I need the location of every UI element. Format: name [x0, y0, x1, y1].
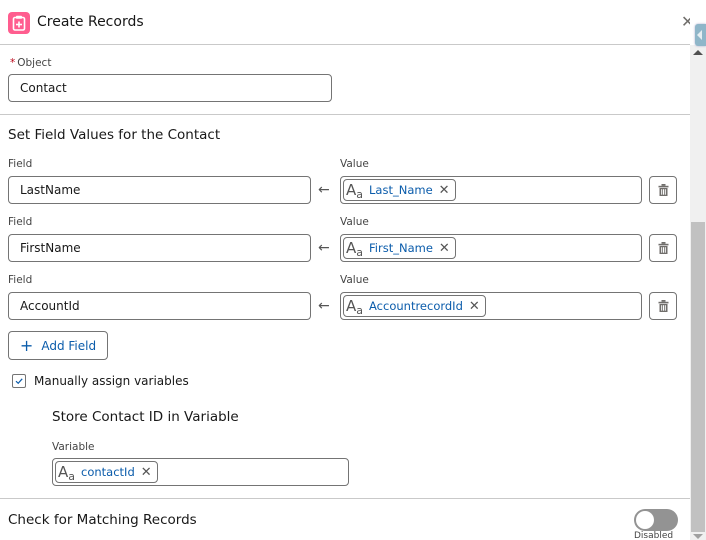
variable-label: Variable	[52, 441, 95, 453]
text-resource-icon: Aa	[346, 180, 364, 201]
manual-assign-label: Manually assign variables	[34, 374, 189, 388]
collapse-panel-tab[interactable]	[695, 24, 706, 46]
scroll-up-arrow-icon[interactable]	[693, 50, 703, 55]
pill-value: AccountrecordId	[369, 299, 463, 313]
text-resource-icon: Aa	[346, 296, 364, 317]
toggle-status-label: Disabled	[634, 531, 674, 540]
trash-icon	[658, 300, 668, 312]
close-icon[interactable]: ✕	[681, 14, 690, 30]
value-pill: Aa AccountrecordId ✕	[343, 295, 486, 317]
remove-pill-icon[interactable]: ✕	[439, 184, 450, 197]
section-divider	[0, 114, 690, 115]
trash-icon	[658, 184, 668, 196]
chevron-left-icon	[697, 30, 702, 40]
create-records-panel: Create Records ✕ * Object Contact Set Fie…	[0, 0, 690, 540]
remove-pill-icon[interactable]: ✕	[469, 300, 480, 313]
scroll-down-arrow-icon[interactable]	[693, 534, 703, 539]
panel-title: Create Records	[37, 14, 144, 30]
value-pill: Aa First_Name ✕	[343, 237, 456, 259]
manual-assign-checkbox[interactable]	[12, 374, 26, 388]
pill-value: contactId	[81, 465, 135, 479]
delete-row-button[interactable]	[649, 292, 677, 320]
add-field-button[interactable]: + Add Field	[8, 331, 108, 360]
delete-row-button[interactable]	[649, 234, 677, 262]
store-id-title: Store Contact ID in Variable	[52, 409, 239, 425]
value-pill: Aa Last_Name ✕	[343, 179, 456, 201]
value-input-firstname[interactable]: Aa First_Name ✕	[340, 234, 642, 262]
add-field-label: Add Field	[41, 338, 97, 353]
matching-title: Check for Matching Records	[8, 512, 197, 528]
remove-pill-icon[interactable]: ✕	[141, 466, 152, 479]
object-label: * Object	[10, 57, 51, 69]
field-values-title: Set Field Values for the Contact	[8, 127, 221, 143]
value-input-accountid[interactable]: Aa AccountrecordId ✕	[340, 292, 642, 320]
pill-value: First_Name	[369, 241, 433, 255]
text-resource-icon: Aa	[58, 462, 76, 483]
object-label-text: Object	[17, 57, 52, 69]
value-input-lastname[interactable]: Aa Last_Name ✕	[340, 176, 642, 204]
scrollbar-thumb[interactable]	[691, 222, 705, 532]
panel-header: Create Records	[0, 0, 690, 45]
remove-pill-icon[interactable]: ✕	[439, 242, 450, 255]
field-input-accountid[interactable]: AccountId	[8, 292, 311, 320]
record-create-icon	[8, 12, 30, 34]
assign-arrow-icon: ←	[318, 182, 330, 198]
field-label: Field	[8, 216, 33, 228]
field-input-lastname[interactable]: LastName	[8, 176, 311, 204]
pill-value: Last_Name	[369, 183, 433, 197]
value-label: Value	[340, 274, 369, 286]
variable-input[interactable]: Aa contactId ✕	[52, 458, 349, 486]
delete-row-button[interactable]	[649, 176, 677, 204]
value-label: Value	[340, 158, 369, 170]
text-resource-icon: Aa	[346, 238, 364, 259]
trash-icon	[658, 242, 668, 254]
value-pill: Aa contactId ✕	[55, 461, 158, 483]
assign-arrow-icon: ←	[318, 298, 330, 314]
check-icon	[15, 378, 23, 385]
plus-icon: +	[19, 335, 34, 355]
field-label: Field	[8, 274, 33, 286]
assign-arrow-icon: ←	[318, 240, 330, 256]
field-label: Field	[8, 158, 33, 170]
value-label: Value	[340, 216, 369, 228]
matching-toggle[interactable]	[634, 509, 678, 531]
field-input-firstname[interactable]: FirstName	[8, 234, 311, 262]
object-input[interactable]: Contact	[8, 74, 332, 102]
required-marker: *	[10, 57, 16, 69]
section-divider	[0, 498, 690, 499]
toggle-knob	[636, 511, 654, 529]
